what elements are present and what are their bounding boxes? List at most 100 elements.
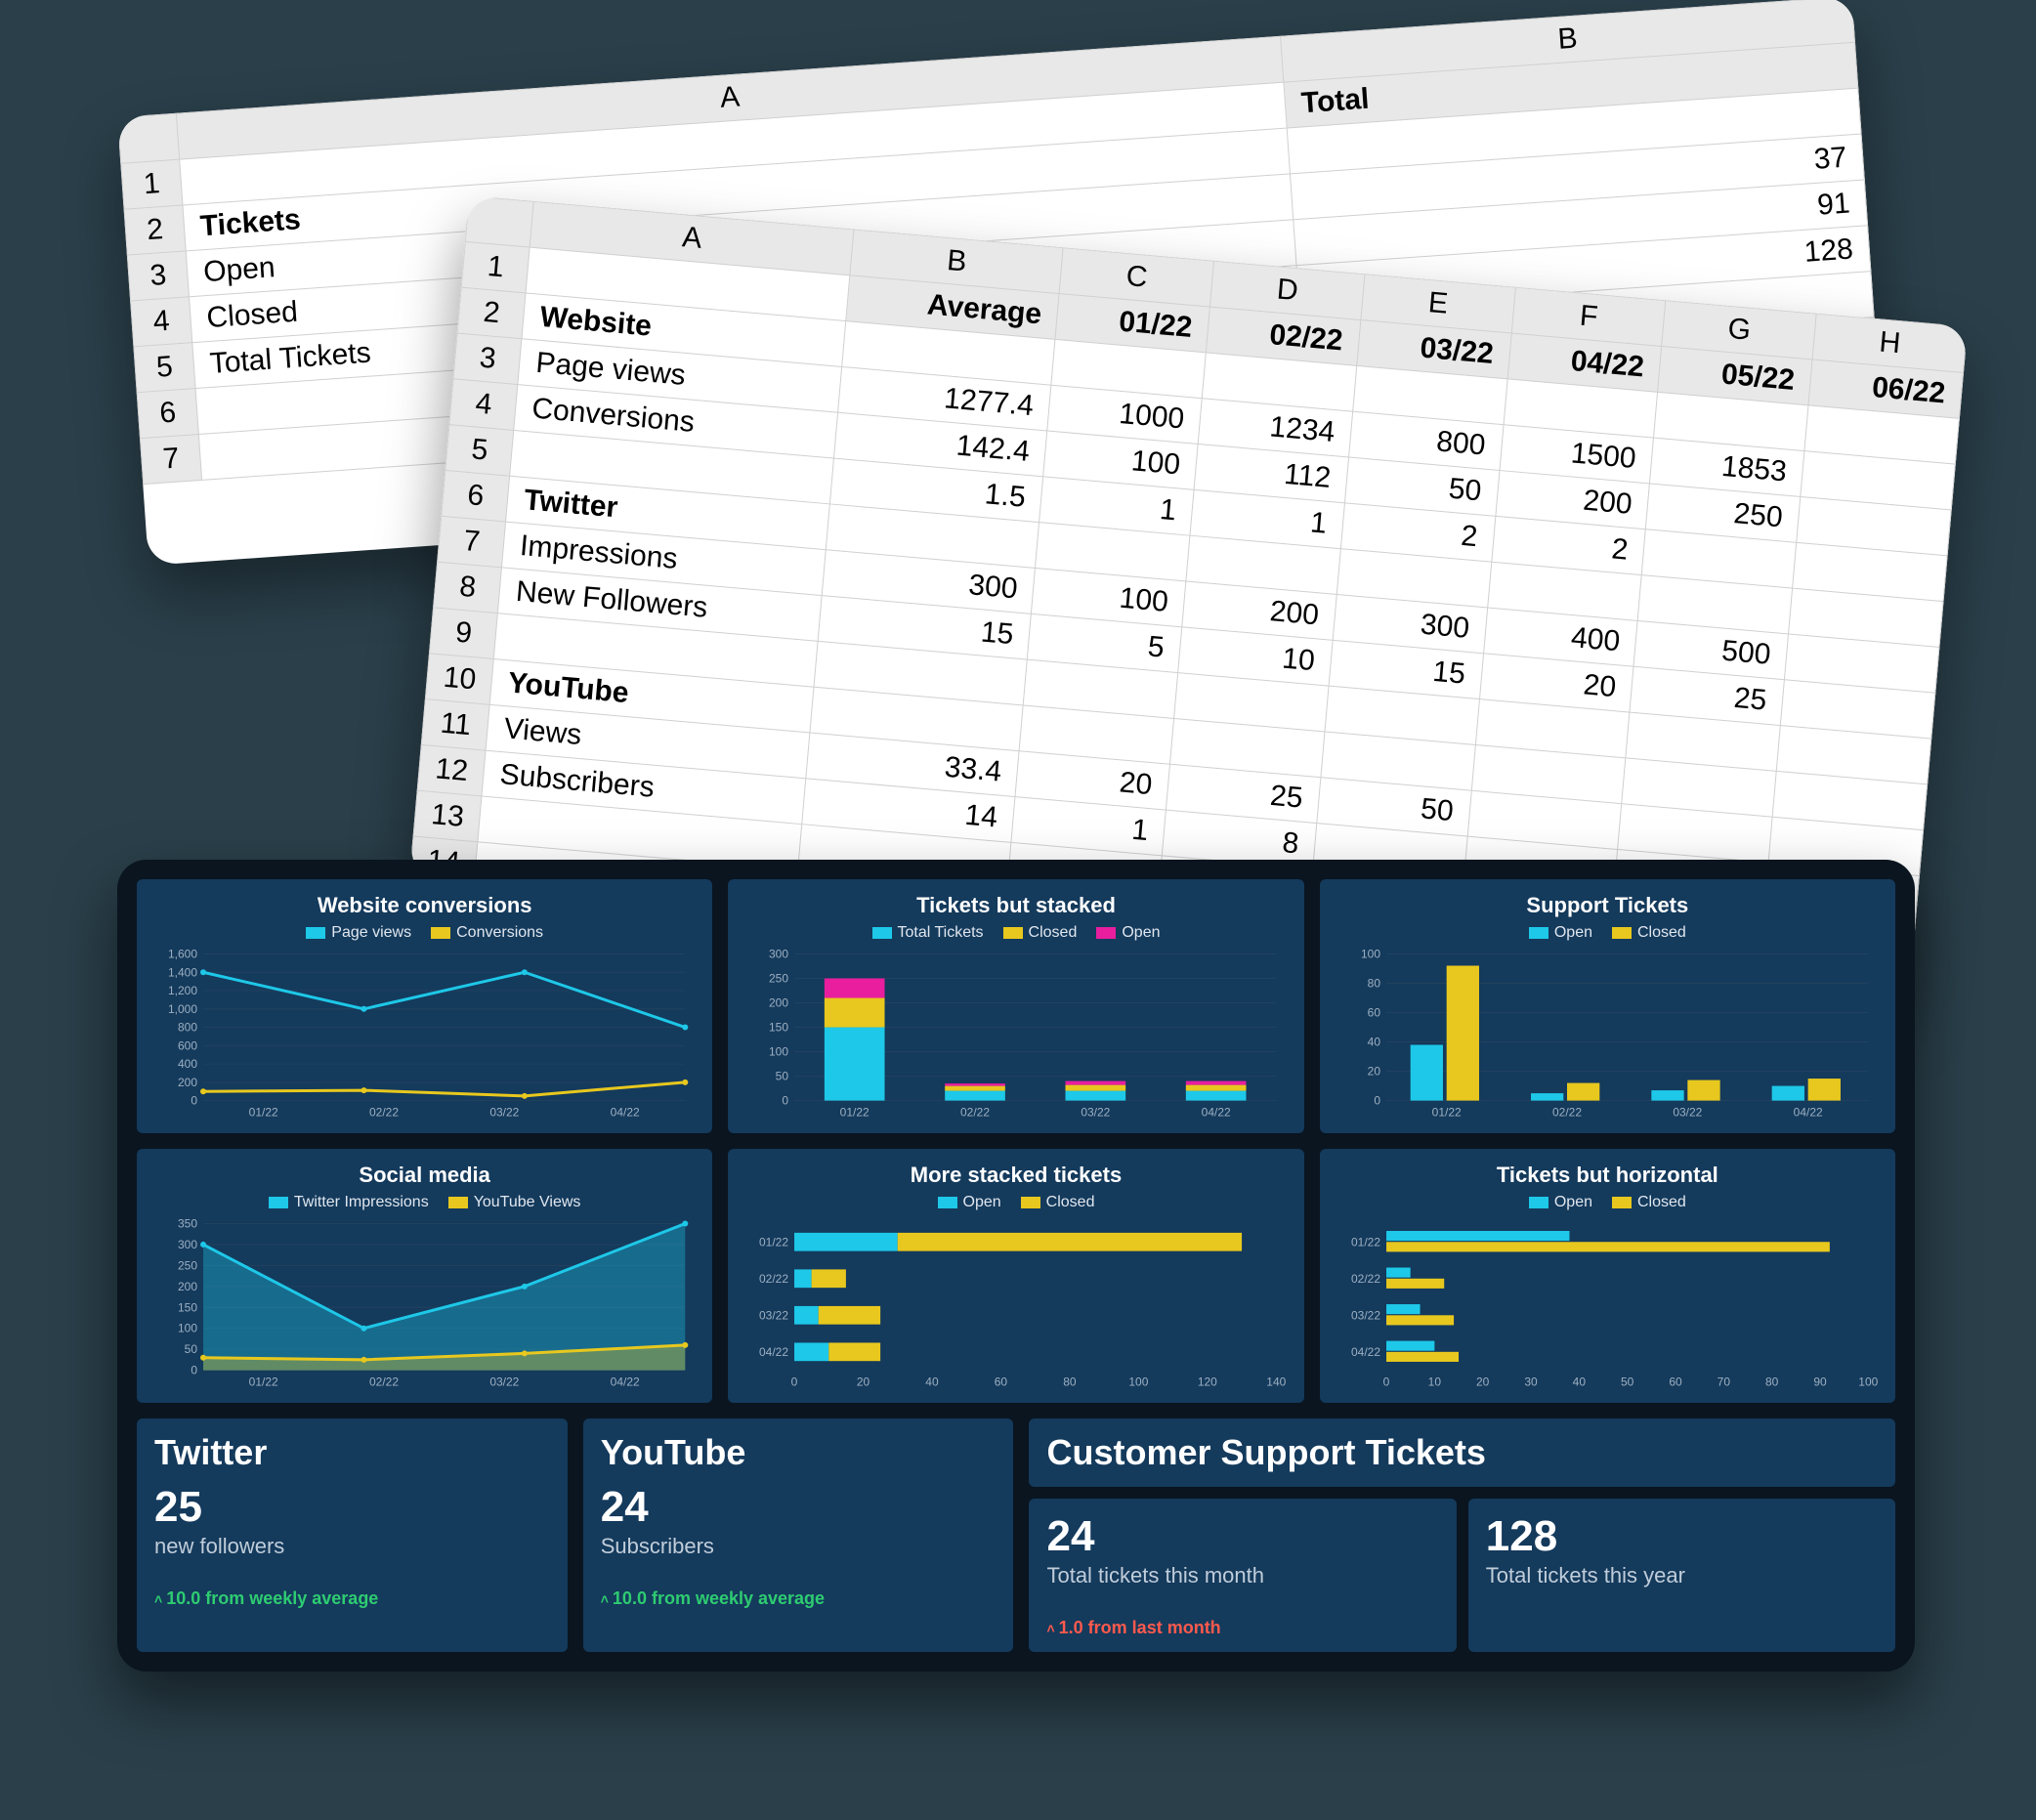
row-num[interactable]: 3	[453, 333, 522, 385]
stat-value: 24	[601, 1483, 997, 1532]
svg-text:03/22: 03/22	[1082, 1106, 1111, 1120]
stat-tickets-year: 128 Total tickets this year	[1468, 1499, 1895, 1652]
row-num[interactable]: 9	[429, 608, 497, 659]
row-num[interactable]: 4	[449, 379, 518, 431]
svg-text:800: 800	[178, 1021, 197, 1035]
svg-text:04/22: 04/22	[611, 1376, 640, 1389]
svg-text:03/22: 03/22	[1351, 1308, 1380, 1322]
svg-text:10: 10	[1427, 1376, 1441, 1389]
row-num[interactable]: 1	[461, 241, 530, 293]
row-num[interactable]: 10	[425, 654, 493, 705]
svg-text:600: 600	[178, 1038, 197, 1052]
row-num[interactable]: 6	[442, 470, 510, 522]
dashboard: Website conversions Page views Conversio…	[117, 860, 1915, 1672]
stat-title: Customer Support Tickets	[1046, 1432, 1878, 1473]
svg-text:120: 120	[1198, 1376, 1217, 1389]
svg-text:02/22: 02/22	[960, 1106, 990, 1120]
stat-sub: Total tickets this year	[1486, 1563, 1878, 1588]
caret-up-icon: ˄	[154, 1591, 162, 1607]
svg-text:03/22: 03/22	[1673, 1106, 1702, 1120]
svg-text:01/22: 01/22	[249, 1376, 278, 1389]
chart-legend: Open Closed	[1337, 1194, 1878, 1211]
stat-sub: Subscribers	[601, 1534, 997, 1559]
svg-text:50: 50	[776, 1070, 789, 1083]
row-num[interactable]: 11	[421, 699, 489, 751]
stat-value: 24	[1046, 1512, 1438, 1561]
svg-text:02/22: 02/22	[1552, 1106, 1582, 1120]
row-num[interactable]: 8	[434, 562, 502, 614]
svg-text:350: 350	[178, 1217, 197, 1231]
chart-title: More stacked tickets	[745, 1163, 1286, 1188]
stat-delta: ˄1.0 from last month	[1046, 1618, 1438, 1638]
svg-text:20: 20	[857, 1376, 870, 1389]
svg-text:70: 70	[1717, 1376, 1730, 1389]
row-num[interactable]: 6	[137, 389, 198, 439]
row-num[interactable]: 7	[140, 434, 201, 484]
stat-sub: new followers	[154, 1534, 550, 1559]
svg-text:90: 90	[1813, 1376, 1827, 1389]
svg-text:0: 0	[191, 1094, 197, 1108]
stat-title: Twitter	[154, 1432, 550, 1473]
row-num[interactable]: 2	[124, 205, 186, 255]
svg-text:1,000: 1,000	[168, 1002, 197, 1016]
svg-text:200: 200	[178, 1280, 197, 1293]
legend-label: Closed	[1637, 1194, 1686, 1211]
stat-delta: ˄10.0 from weekly average	[601, 1588, 997, 1609]
svg-text:04/22: 04/22	[759, 1345, 788, 1359]
svg-text:04/22: 04/22	[611, 1106, 640, 1120]
svg-text:02/22: 02/22	[369, 1376, 399, 1389]
chart-website-conversions: Website conversions Page views Conversio…	[137, 879, 712, 1133]
row-num[interactable]: 13	[413, 790, 482, 842]
chart-tickets-stacked: Tickets but stacked Total Tickets Closed…	[728, 879, 1303, 1133]
svg-text:100: 100	[1858, 1376, 1878, 1389]
svg-text:01/22: 01/22	[1431, 1106, 1461, 1120]
svg-text:400: 400	[178, 1057, 197, 1071]
legend-label: Closed	[1637, 924, 1686, 942]
stat-youtube: YouTube 24 Subscribers ˄10.0 from weekly…	[583, 1418, 1014, 1652]
svg-text:04/22: 04/22	[1202, 1106, 1231, 1120]
svg-text:02/22: 02/22	[1351, 1272, 1380, 1286]
row-num[interactable]: 3	[127, 251, 189, 301]
row-num[interactable]: 5	[445, 425, 514, 477]
svg-text:100: 100	[178, 1322, 197, 1335]
svg-text:100: 100	[1129, 1376, 1149, 1389]
svg-text:1,600: 1,600	[168, 948, 197, 961]
row-num[interactable]: 1	[121, 159, 183, 209]
row-num[interactable]: 12	[417, 744, 486, 796]
chart-legend: Total Tickets Closed Open	[745, 924, 1286, 942]
chart-legend: Open Closed	[1337, 924, 1878, 942]
svg-text:250: 250	[178, 1258, 197, 1272]
svg-text:0: 0	[791, 1376, 798, 1389]
svg-text:01/22: 01/22	[1351, 1235, 1380, 1249]
svg-text:01/22: 01/22	[249, 1106, 278, 1120]
svg-text:02/22: 02/22	[369, 1106, 399, 1120]
svg-text:100: 100	[1361, 948, 1380, 961]
svg-text:140: 140	[1267, 1376, 1287, 1389]
caret-up-icon: ˄	[601, 1591, 609, 1607]
legend-label: Page views	[331, 924, 411, 942]
legend-label: Open	[1554, 1194, 1592, 1211]
svg-text:80: 80	[1064, 1376, 1078, 1389]
svg-text:20: 20	[1367, 1065, 1380, 1079]
svg-text:40: 40	[1367, 1036, 1380, 1049]
chart-tickets-horizontal: Tickets but horizontal Open Closed 01020…	[1320, 1149, 1895, 1403]
svg-text:60: 60	[1669, 1376, 1682, 1389]
stat-twitter: Twitter 25 new followers ˄10.0 from week…	[137, 1418, 568, 1652]
row-num[interactable]: 7	[438, 516, 506, 568]
chart-title: Tickets but stacked	[745, 893, 1286, 918]
row-num[interactable]: 4	[131, 297, 192, 347]
svg-text:04/22: 04/22	[1351, 1345, 1380, 1359]
corner-cell[interactable]	[118, 113, 180, 163]
row-num[interactable]: 5	[134, 343, 195, 393]
row-num[interactable]: 2	[457, 287, 526, 339]
chart-title: Website conversions	[154, 893, 695, 918]
chart-title: Social media	[154, 1163, 695, 1188]
svg-text:1,400: 1,400	[168, 965, 197, 979]
svg-text:80: 80	[1765, 1376, 1779, 1389]
legend-label: Open	[963, 1194, 1001, 1211]
svg-text:150: 150	[769, 1021, 788, 1035]
stat-tickets-group: Customer Support Tickets 24 Total ticket…	[1029, 1418, 1895, 1652]
caret-up-icon: ˄	[1046, 1621, 1054, 1636]
svg-text:20: 20	[1476, 1376, 1490, 1389]
chart-social-media: Social media Twitter Impressions YouTube…	[137, 1149, 712, 1403]
